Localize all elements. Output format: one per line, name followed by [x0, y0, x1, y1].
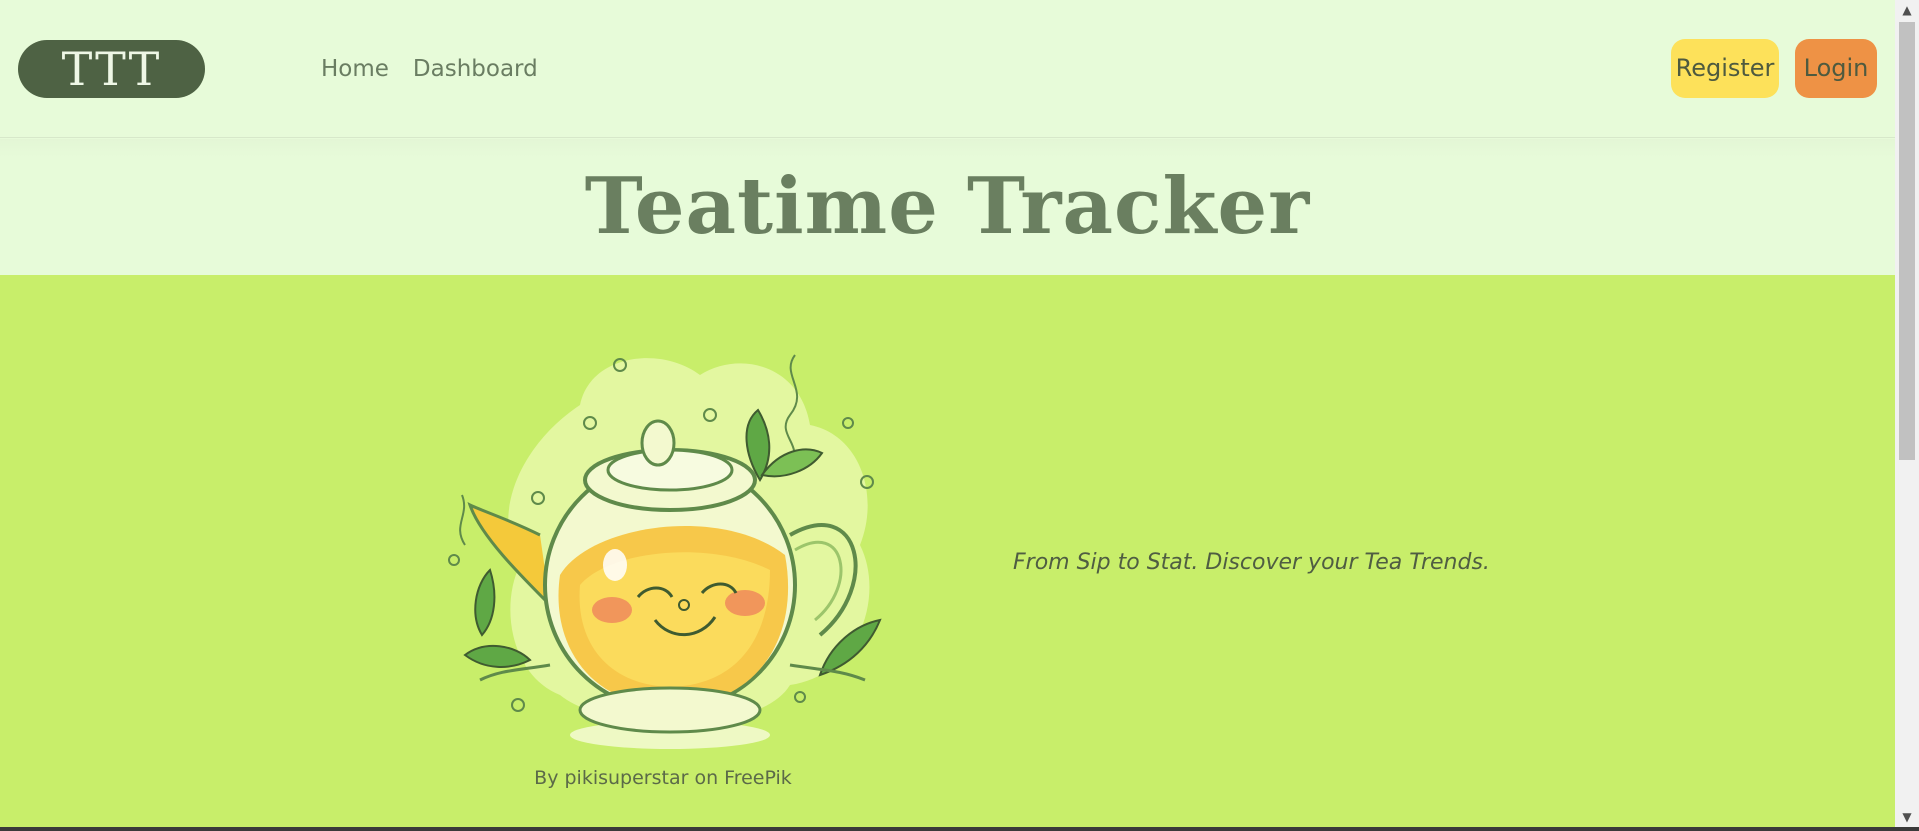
login-button[interactable]: Login [1795, 39, 1877, 98]
page-viewport: TTT Home Dashboard Register Login Teatim… [0, 0, 1895, 827]
brand-logo[interactable]: TTT [18, 40, 205, 98]
nav-link-dashboard[interactable]: Dashboard [413, 52, 550, 86]
nav-link-home[interactable]: Home [321, 52, 401, 86]
page-title: Teatime Tracker [584, 161, 1311, 252]
chevron-down-icon[interactable]: ▼ [1895, 807, 1919, 827]
chevron-up-icon[interactable]: ▲ [1895, 0, 1919, 20]
tagline: From Sip to Stat. Discover your Tea Tren… [1013, 550, 1490, 575]
teapot-illustration [448, 354, 882, 749]
register-button[interactable]: Register [1671, 39, 1779, 98]
nav-links: Home Dashboard [321, 52, 562, 86]
navbar: TTT Home Dashboard Register Login [0, 0, 1895, 138]
window-bottom-edge [0, 827, 1919, 831]
hero-header: Teatime Tracker [0, 139, 1895, 275]
vertical-scrollbar[interactable]: ▲ ▼ [1895, 0, 1919, 827]
scrollbar-thumb[interactable] [1899, 22, 1915, 460]
hero-content: By pikisuperstar on FreePik From Sip to … [0, 275, 1895, 827]
image-credit: By pikisuperstar on FreePik [534, 767, 792, 789]
